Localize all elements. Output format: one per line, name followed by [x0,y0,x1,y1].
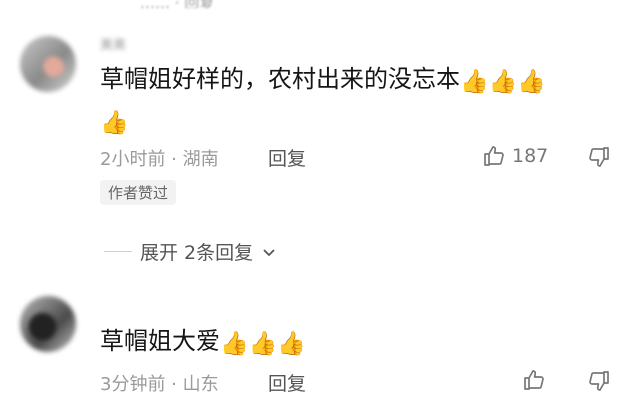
expand-replies-label: 展开 2条回复 [140,242,254,264]
like-button[interactable] [522,368,552,392]
thumbs-down-outline-icon [587,369,611,393]
divider-line [104,251,132,252]
thumbs-down-outline-icon [587,145,611,169]
thumbs-up-emoji: 👍 [100,110,129,136]
comment-body: 草帽姐大爱 [100,327,220,355]
chevron-down-icon [261,244,277,260]
author-liked-badge: 作者赞过 [100,180,177,205]
thumbs-up-emoji: 👍 [248,331,278,357]
like-button[interactable]: 187 [482,144,548,168]
dislike-button[interactable] [587,145,611,169]
thumbs-up-emoji: 👍 [220,331,249,357]
thumbs-up-emoji: 👍 [277,331,306,357]
username[interactable]: 美美 [100,34,126,53]
time-location: 3分钟前 · 山东 [100,374,219,395]
reply-button[interactable]: 回复 [268,144,306,171]
previous-comment-fragment: …… · 回复 [140,0,280,8]
thumbs-up-emoji: 👍 [488,69,518,95]
expand-replies-button[interactable]: 展开 2条回复 [104,238,277,265]
comment-body: 草帽姐好样的，农村出来的没忘本 [100,65,460,93]
comment-text: 草帽姐大爱👍👍👍 [100,322,590,363]
thumbs-up-emoji: 👍 [517,69,546,95]
like-count: 187 [512,145,549,167]
thumbs-up-outline-icon [482,144,506,168]
avatar[interactable] [20,36,76,92]
comment-text: 草帽姐好样的，农村出来的没忘本👍👍👍 👍 [100,60,590,142]
thumbs-up-outline-icon [522,368,546,392]
reply-button[interactable]: 回复 [268,369,306,396]
dislike-button[interactable] [587,369,611,393]
time-location: 2小时前 · 湖南 [100,149,219,170]
avatar[interactable] [20,296,76,352]
thumbs-up-emoji: 👍 [460,69,489,95]
